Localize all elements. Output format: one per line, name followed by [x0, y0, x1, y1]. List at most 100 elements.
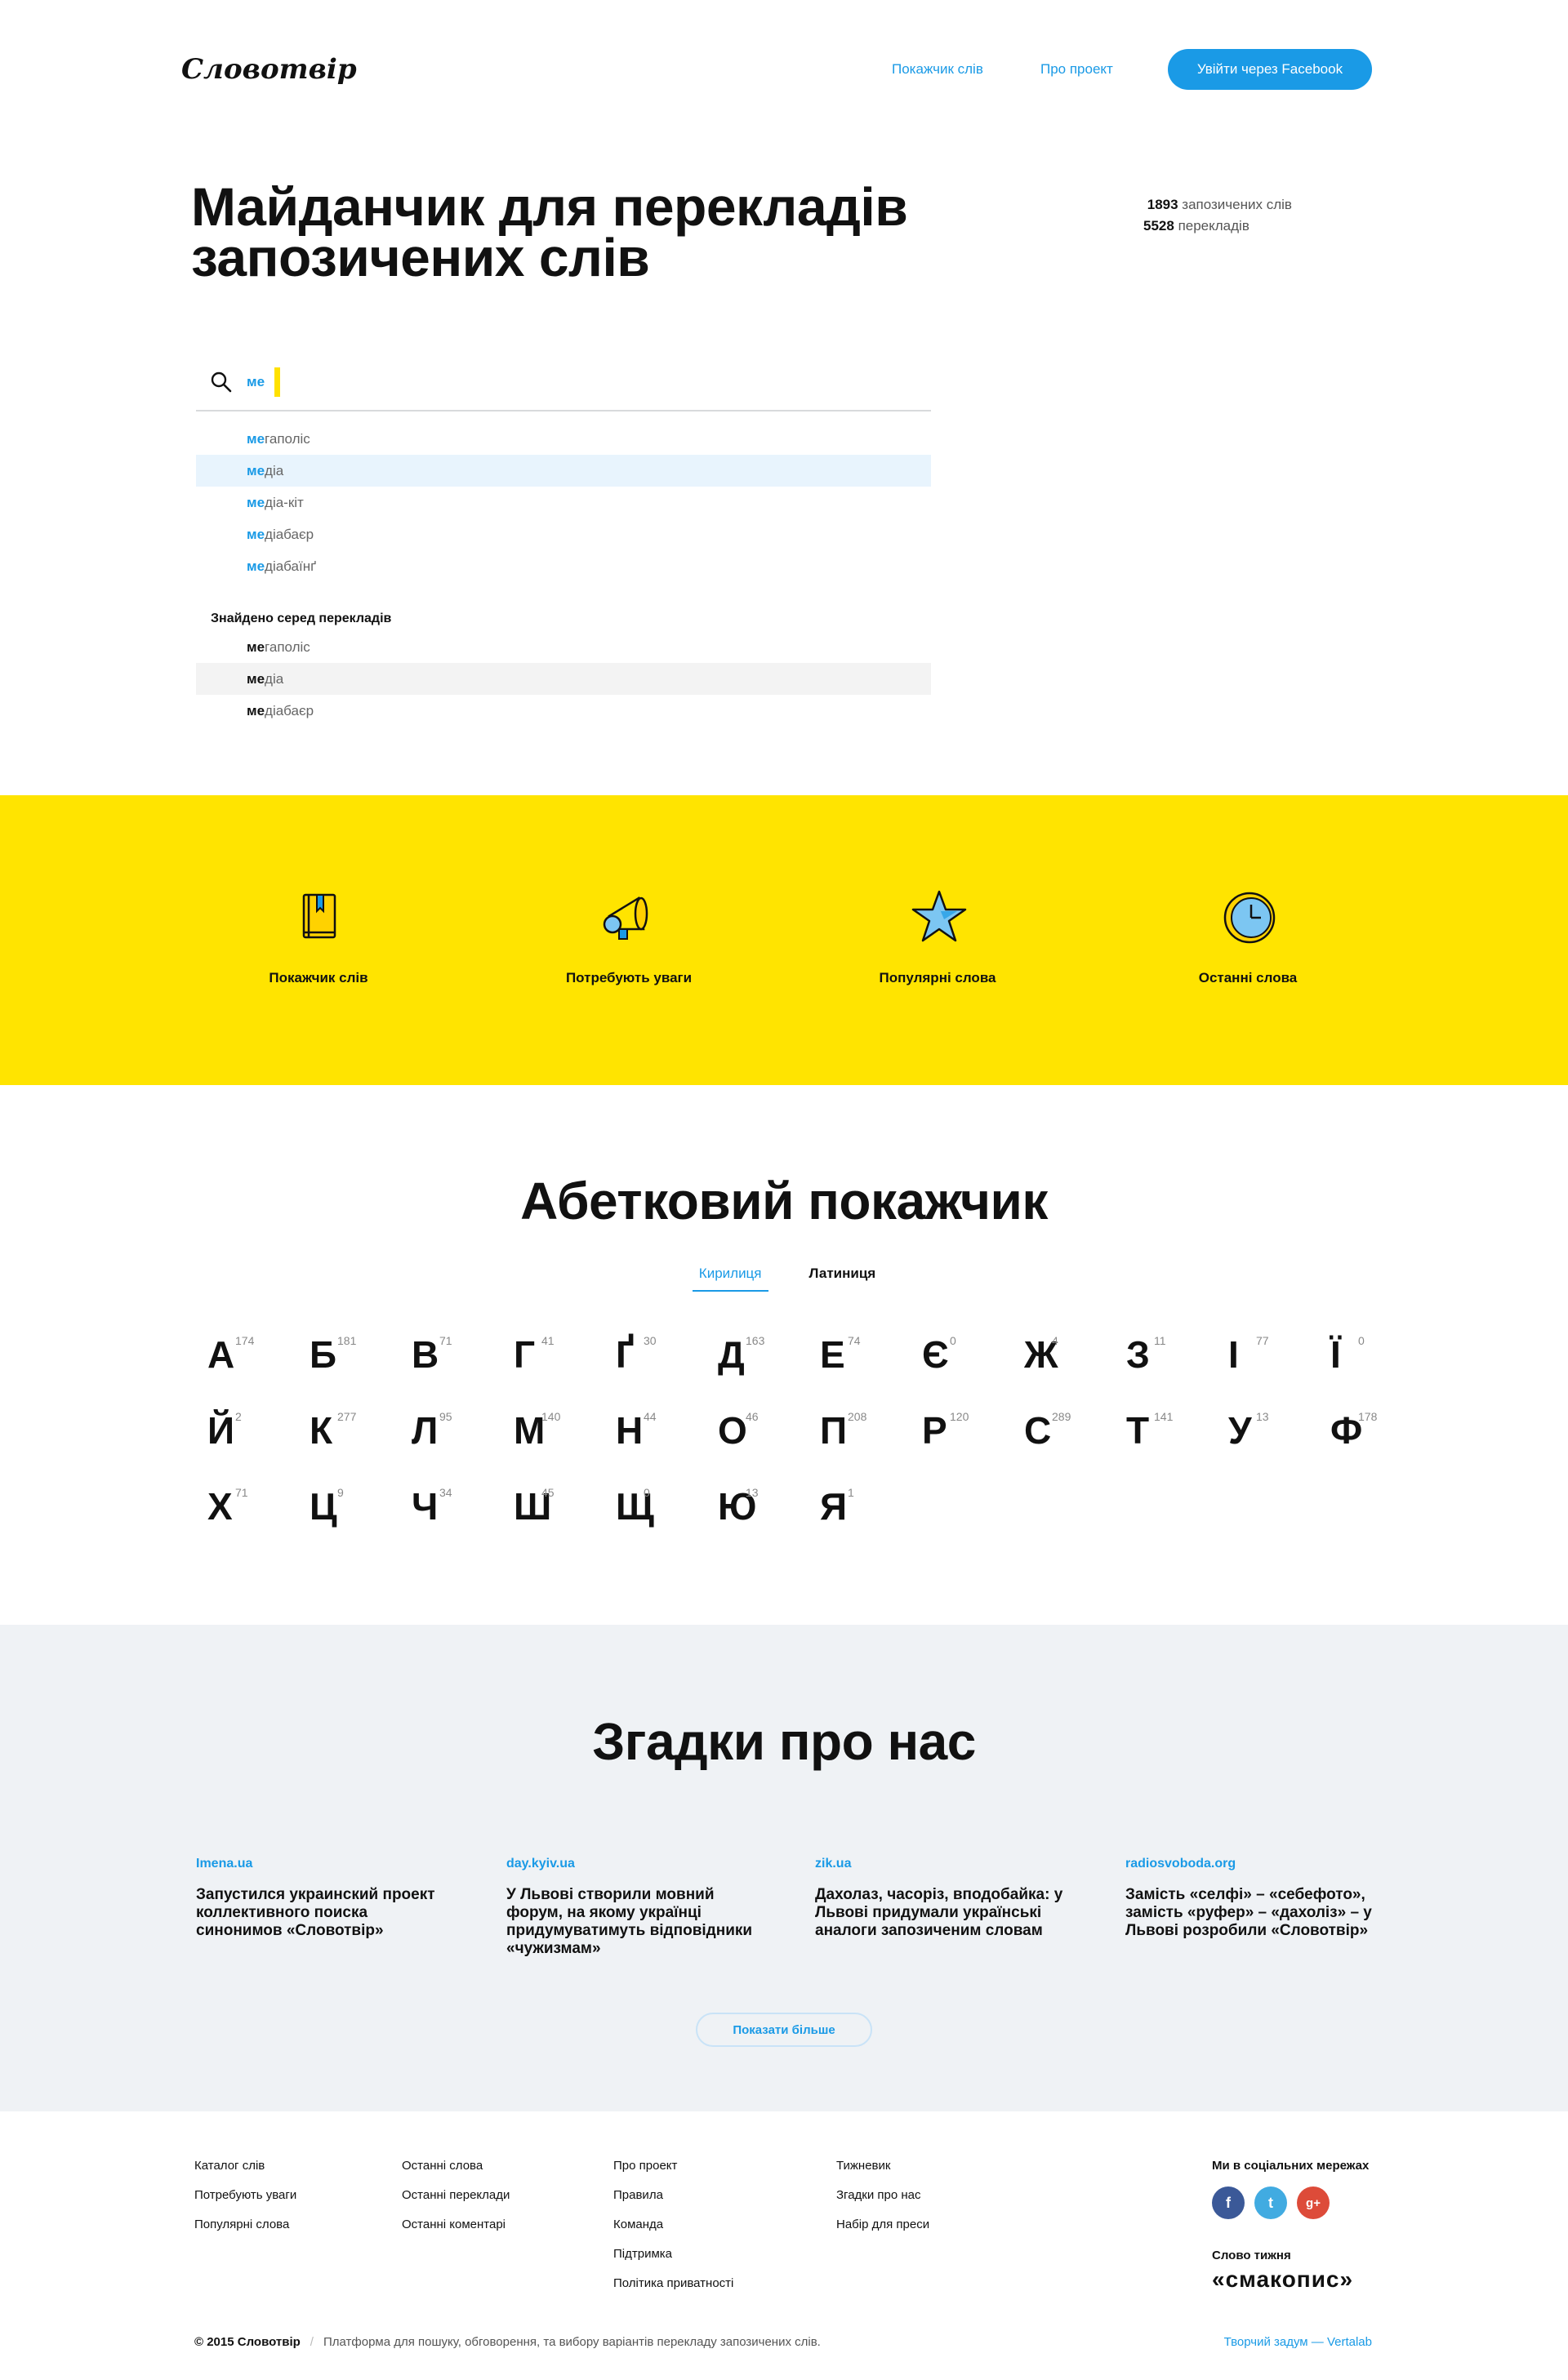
- letter-link[interactable]: В 71: [412, 1332, 510, 1381]
- letter-link[interactable]: Т 141: [1126, 1408, 1224, 1457]
- letter-count: 13: [1256, 1410, 1269, 1423]
- show-more-button[interactable]: Показати більше: [696, 2013, 872, 2047]
- letter-char: А: [207, 1333, 235, 1376]
- search-input[interactable]: ме: [196, 354, 931, 411]
- letter-link[interactable]: Д 163: [718, 1332, 816, 1381]
- letter-link[interactable]: Ш 45: [514, 1484, 612, 1533]
- facebook-login-button[interactable]: Увійти через Facebook: [1168, 49, 1372, 90]
- translation-item[interactable]: ме гаполіс: [196, 631, 931, 663]
- translation-item[interactable]: ме діабаєр: [196, 695, 931, 727]
- mention-card[interactable]: radiosvoboda.org Замість «селфі» – «себе…: [1125, 1857, 1387, 1940]
- letter-link[interactable]: Ф 178: [1330, 1408, 1428, 1457]
- suggestion-item-active[interactable]: ме діа: [196, 455, 931, 487]
- mention-card[interactable]: zik.ua Дахолаз, часоріз, вподобайка: у Л…: [815, 1857, 1076, 1940]
- suggestion-item[interactable]: ме діабаєр: [196, 518, 931, 550]
- letter-count: 141: [1154, 1410, 1174, 1423]
- letter-link[interactable]: Н 44: [616, 1408, 714, 1457]
- letter-count: 208: [848, 1410, 867, 1423]
- letter-link[interactable]: Щ0: [616, 1484, 714, 1533]
- letter-link[interactable]: І 77: [1228, 1332, 1326, 1381]
- footer-link[interactable]: Про проект: [613, 2159, 733, 2188]
- footer-link[interactable]: Набір для преси: [836, 2218, 929, 2247]
- footer-link[interactable]: Тижневик: [836, 2159, 929, 2188]
- letter-char: М: [514, 1409, 546, 1452]
- feature-popular[interactable]: Популярні слова: [815, 887, 1060, 986]
- letter-link[interactable]: Б 181: [310, 1332, 408, 1381]
- credit-link[interactable]: Творчий задум — Vertalab: [1217, 2335, 1372, 2349]
- footer-col-4: Тижневик Згадки про нас Набір для преси: [836, 2159, 929, 2247]
- footer-link[interactable]: Політика приватності: [613, 2276, 733, 2306]
- suggestion-item[interactable]: ме діабаїнґ: [196, 550, 931, 582]
- mention-card[interactable]: Imena.ua Запустился украинский проект ко…: [196, 1857, 457, 1940]
- mention-title[interactable]: У Львові створили мовний форум, на якому…: [506, 1886, 768, 1958]
- facebook-icon[interactable]: f: [1212, 2186, 1245, 2219]
- suggestion-item[interactable]: ме діа-кіт: [196, 487, 931, 518]
- twitter-icon[interactable]: t: [1254, 2186, 1287, 2219]
- letter-count: 0: [644, 1486, 650, 1499]
- letter-link[interactable]: К 277: [310, 1408, 408, 1457]
- footer-link[interactable]: Згадки про нас: [836, 2188, 929, 2218]
- letter-link[interactable]: Ж4: [1024, 1332, 1122, 1381]
- letter-link[interactable]: Ї0: [1330, 1332, 1428, 1381]
- footer-link[interactable]: Правила: [613, 2188, 733, 2218]
- mention-source[interactable]: day.kyiv.ua: [506, 1857, 768, 1871]
- letter-link[interactable]: П 208: [820, 1408, 918, 1457]
- mention-title[interactable]: Дахолаз, часоріз, вподобайка: у Львові п…: [815, 1886, 1076, 1940]
- mention-card[interactable]: day.kyiv.ua У Львові створили мовний фор…: [506, 1857, 768, 1958]
- search-icon: [211, 371, 232, 393]
- letter-link[interactable]: Е 74: [820, 1332, 918, 1381]
- nav-about[interactable]: Про проект: [1040, 61, 1113, 78]
- letter-char: Ч: [412, 1485, 439, 1528]
- footer-link[interactable]: Каталог слів: [194, 2159, 296, 2188]
- letter-link[interactable]: С 289: [1024, 1408, 1122, 1457]
- letter-count: 178: [1358, 1410, 1378, 1423]
- translation-item-active[interactable]: ме діа: [196, 663, 931, 695]
- googleplus-icon[interactable]: g+: [1297, 2186, 1330, 2219]
- mention-source[interactable]: zik.ua: [815, 1857, 1076, 1871]
- letter-link[interactable]: Я1: [820, 1484, 918, 1533]
- feature-word-index[interactable]: Покажчик слів: [196, 887, 441, 986]
- feature-label: Потребують уваги: [565, 970, 693, 985]
- footer-bottom: © 2015 Словотвір / Платформа для пошуку, о…: [194, 2335, 821, 2349]
- letter-link[interactable]: М 140: [514, 1408, 612, 1457]
- footer-link[interactable]: Потребують уваги: [194, 2188, 296, 2218]
- letter-link[interactable]: Є0: [922, 1332, 1020, 1381]
- letter-link[interactable]: Ю 13: [718, 1484, 816, 1533]
- feature-recent[interactable]: Останні слова: [1125, 887, 1370, 986]
- letter-link[interactable]: Р 120: [922, 1408, 1020, 1457]
- suggestion-rest: діабаєр: [265, 526, 314, 542]
- book-icon: [302, 893, 336, 939]
- header: Словотвір Покажчик слів Про проект Увійт…: [0, 0, 1568, 147]
- letter-link[interactable]: Х 71: [207, 1484, 305, 1533]
- letter-link[interactable]: Ґ 30: [616, 1332, 714, 1381]
- footer-link[interactable]: Останні переклади: [402, 2188, 510, 2218]
- mention-source[interactable]: Imena.ua: [196, 1857, 457, 1871]
- mention-title[interactable]: Замість «селфі» – «себефото», замість «р…: [1125, 1886, 1387, 1940]
- copyright: © 2015 Словотвір: [194, 2335, 301, 2349]
- letter-link[interactable]: У 13: [1228, 1408, 1326, 1457]
- letter-link[interactable]: Й2: [207, 1408, 305, 1457]
- footer-link[interactable]: Останні слова: [402, 2159, 510, 2188]
- letter-link[interactable]: А 174: [207, 1332, 305, 1381]
- letter-link[interactable]: З 11: [1126, 1332, 1224, 1381]
- footer-col-2: Останні слова Останні переклади Останні …: [402, 2159, 510, 2247]
- letter-link[interactable]: Л 95: [412, 1408, 510, 1457]
- tab-cyrillic[interactable]: Кирилиця: [692, 1266, 768, 1292]
- word-of-week[interactable]: «смакопис»: [1212, 2267, 1353, 2293]
- letter-link[interactable]: О 46: [718, 1408, 816, 1457]
- letter-link[interactable]: Г 41: [514, 1332, 612, 1381]
- logo[interactable]: Словотвір: [175, 41, 357, 98]
- search-box: ме ме гаполіс ме діа ме діа-кіт ме діабаєр м…: [196, 354, 931, 727]
- mention-title[interactable]: Запустился украинский проект коллективно…: [196, 1886, 457, 1940]
- footer-link[interactable]: Популярні слова: [194, 2218, 296, 2247]
- letter-link[interactable]: Ч 34: [412, 1484, 510, 1533]
- letter-link[interactable]: Ц9: [310, 1484, 408, 1533]
- suggestion-item[interactable]: ме гаполіс: [196, 423, 931, 455]
- footer-link[interactable]: Команда: [613, 2218, 733, 2247]
- footer-link[interactable]: Підтримка: [613, 2247, 733, 2276]
- mention-source[interactable]: radiosvoboda.org: [1125, 1857, 1387, 1871]
- footer-link[interactable]: Останні коментарі: [402, 2218, 510, 2247]
- nav-word-index[interactable]: Покажчик слів: [892, 61, 983, 78]
- feature-need-attention[interactable]: Потребують уваги: [506, 887, 751, 986]
- tab-latin[interactable]: Латиниця: [809, 1266, 876, 1292]
